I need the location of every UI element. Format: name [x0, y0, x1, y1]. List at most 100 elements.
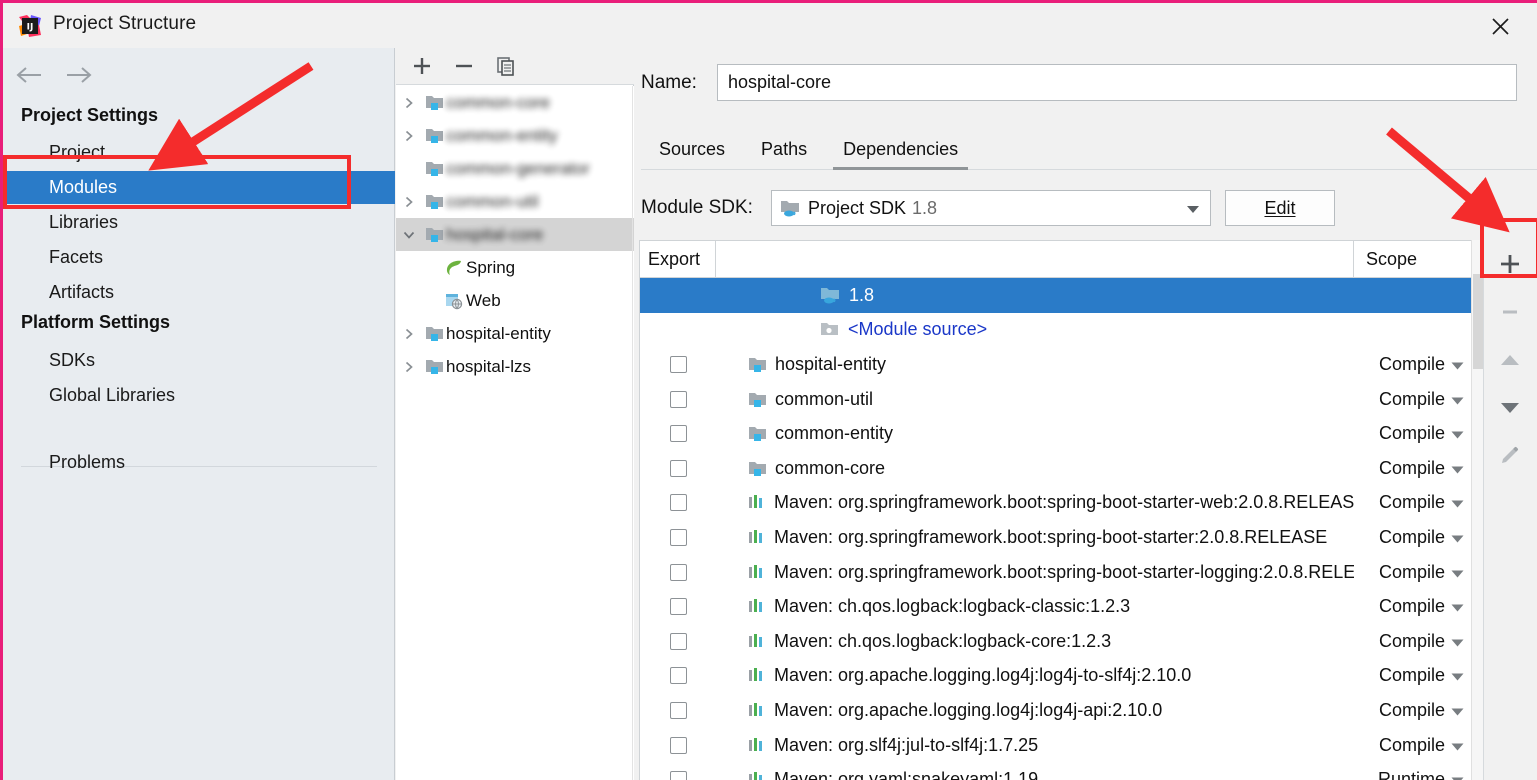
- export-cell[interactable]: [640, 667, 716, 685]
- export-checkbox[interactable]: [669, 425, 687, 443]
- export-checkbox[interactable]: [669, 667, 687, 685]
- export-checkbox[interactable]: [669, 355, 687, 373]
- export-cell[interactable]: [640, 494, 716, 512]
- scope-cell[interactable]: Runtime: [1354, 769, 1474, 780]
- export-cell[interactable]: [640, 528, 716, 546]
- chevron-down-icon[interactable]: [1451, 700, 1464, 721]
- module-name-input[interactable]: [717, 64, 1517, 101]
- export-checkbox[interactable]: [669, 494, 687, 512]
- table-row[interactable]: Maven: ch.qos.logback:logback-classic:1.…: [640, 589, 1474, 624]
- edit-sdk-button[interactable]: Edit: [1225, 190, 1335, 226]
- scope-cell[interactable]: Compile: [1354, 700, 1474, 721]
- export-checkbox[interactable]: [669, 598, 687, 616]
- table-row[interactable]: Maven: ch.qos.logback:logback-core:1.2.3…: [640, 624, 1474, 659]
- table-row[interactable]: common-entity Compile: [640, 416, 1474, 451]
- sidebar-item-modules[interactable]: Modules: [3, 171, 395, 204]
- table-row[interactable]: Maven: org.apache.logging.log4j:log4j-to…: [640, 659, 1474, 694]
- table-row[interactable]: Maven: org.yaml:snakeyaml:1.19 Runtime: [640, 762, 1474, 780]
- export-checkbox[interactable]: [669, 632, 687, 650]
- export-checkbox[interactable]: [669, 563, 687, 581]
- table-row[interactable]: Maven: org.springframework.boot:spring-b…: [640, 486, 1474, 521]
- chevron-down-icon[interactable]: [1451, 423, 1464, 444]
- export-cell[interactable]: [640, 736, 716, 754]
- copy-module-button[interactable]: [494, 54, 518, 78]
- chevron-down-icon[interactable]: [1451, 527, 1464, 548]
- scope-cell[interactable]: Compile: [1354, 735, 1474, 756]
- table-row[interactable]: Maven: org.springframework.boot:spring-b…: [640, 555, 1474, 590]
- scope-cell[interactable]: Compile: [1354, 423, 1474, 444]
- scope-cell[interactable]: Compile: [1354, 596, 1474, 617]
- sidebar-item-facets[interactable]: Facets: [3, 241, 395, 274]
- table-row[interactable]: Maven: org.apache.logging.log4j:log4j-ap…: [640, 693, 1474, 728]
- export-checkbox[interactable]: [669, 459, 687, 477]
- move-up-button[interactable]: [1484, 336, 1536, 384]
- export-checkbox[interactable]: [669, 771, 687, 780]
- chevron-down-icon[interactable]: [1451, 354, 1464, 375]
- arrow-right-icon[interactable]: [61, 60, 95, 90]
- scope-cell[interactable]: Compile: [1354, 492, 1474, 513]
- chevron-down-icon[interactable]: [1451, 769, 1464, 780]
- export-cell[interactable]: [640, 598, 716, 616]
- tab-paths[interactable]: Paths: [743, 139, 825, 169]
- scope-cell[interactable]: Compile: [1354, 631, 1474, 652]
- sidebar-item-global-libraries[interactable]: Global Libraries: [3, 379, 395, 412]
- chevron-right-icon[interactable]: [396, 130, 422, 142]
- table-row[interactable]: Maven: org.springframework.boot:spring-b…: [640, 520, 1474, 555]
- scope-cell[interactable]: Compile: [1354, 458, 1474, 479]
- export-cell[interactable]: [640, 459, 716, 477]
- export-cell[interactable]: [640, 425, 716, 443]
- tab-sources[interactable]: Sources: [641, 139, 743, 169]
- chevron-right-icon[interactable]: [396, 328, 422, 340]
- chevron-down-icon[interactable]: [1451, 735, 1464, 756]
- add-module-button[interactable]: [410, 54, 434, 78]
- tree-item-hospital-core[interactable]: hospital-core: [396, 218, 634, 251]
- table-row[interactable]: common-core Compile: [640, 451, 1474, 486]
- arrow-left-icon[interactable]: [13, 60, 47, 90]
- export-cell[interactable]: [640, 355, 716, 373]
- chevron-down-icon[interactable]: [396, 229, 422, 241]
- chevron-down-icon[interactable]: [1186, 198, 1200, 219]
- export-checkbox[interactable]: [669, 701, 687, 719]
- tree-item-module[interactable]: common-core: [396, 86, 634, 119]
- chevron-down-icon[interactable]: [1451, 631, 1464, 652]
- table-row[interactable]: hospital-entity Compile: [640, 347, 1474, 382]
- close-icon[interactable]: [1477, 11, 1523, 41]
- chevron-down-icon[interactable]: [1451, 492, 1464, 513]
- sidebar-item-libraries[interactable]: Libraries: [3, 206, 395, 239]
- export-cell[interactable]: [640, 390, 716, 408]
- dependency-name-label[interactable]: <Module source>: [848, 319, 987, 340]
- scope-cell[interactable]: Compile: [1354, 389, 1474, 410]
- sidebar-item-artifacts[interactable]: Artifacts: [3, 276, 395, 309]
- chevron-right-icon[interactable]: [396, 196, 422, 208]
- tree-item-facet-web[interactable]: Web: [396, 284, 634, 317]
- edit-dependency-button[interactable]: [1484, 432, 1536, 480]
- tree-item-module[interactable]: common-generator: [396, 152, 634, 185]
- table-row[interactable]: 1.8: [640, 278, 1474, 313]
- chevron-down-icon[interactable]: [1451, 596, 1464, 617]
- column-header-scope[interactable]: Scope: [1354, 241, 1474, 277]
- tree-item-module[interactable]: common-entity: [396, 119, 634, 152]
- sidebar-item-problems[interactable]: Problems: [3, 446, 395, 479]
- export-checkbox[interactable]: [669, 390, 687, 408]
- table-row[interactable]: common-util Compile: [640, 382, 1474, 417]
- column-header-name[interactable]: [716, 241, 1354, 277]
- remove-dependency-button[interactable]: [1484, 288, 1536, 336]
- chevron-down-icon[interactable]: [1451, 665, 1464, 686]
- chevron-down-icon[interactable]: [1451, 458, 1464, 479]
- export-cell[interactable]: [640, 701, 716, 719]
- export-cell[interactable]: [640, 632, 716, 650]
- scope-cell[interactable]: Compile: [1354, 354, 1474, 375]
- add-dependency-button[interactable]: [1484, 240, 1536, 288]
- tab-dependencies[interactable]: Dependencies: [825, 139, 976, 170]
- export-cell[interactable]: [640, 771, 716, 780]
- export-cell[interactable]: [640, 563, 716, 581]
- sidebar-item-sdks[interactable]: SDKs: [3, 344, 395, 377]
- sidebar-item-project[interactable]: Project: [3, 136, 395, 169]
- remove-module-button[interactable]: [452, 54, 476, 78]
- scope-cell[interactable]: Compile: [1354, 665, 1474, 686]
- table-row[interactable]: Maven: org.slf4j:jul-to-slf4j:1.7.25 Com…: [640, 728, 1474, 763]
- scope-cell[interactable]: Compile: [1354, 527, 1474, 548]
- column-header-export[interactable]: Export: [640, 241, 716, 277]
- tree-item-module[interactable]: common-util: [396, 185, 634, 218]
- tree-item-hospital-lzs[interactable]: hospital-lzs: [396, 350, 634, 383]
